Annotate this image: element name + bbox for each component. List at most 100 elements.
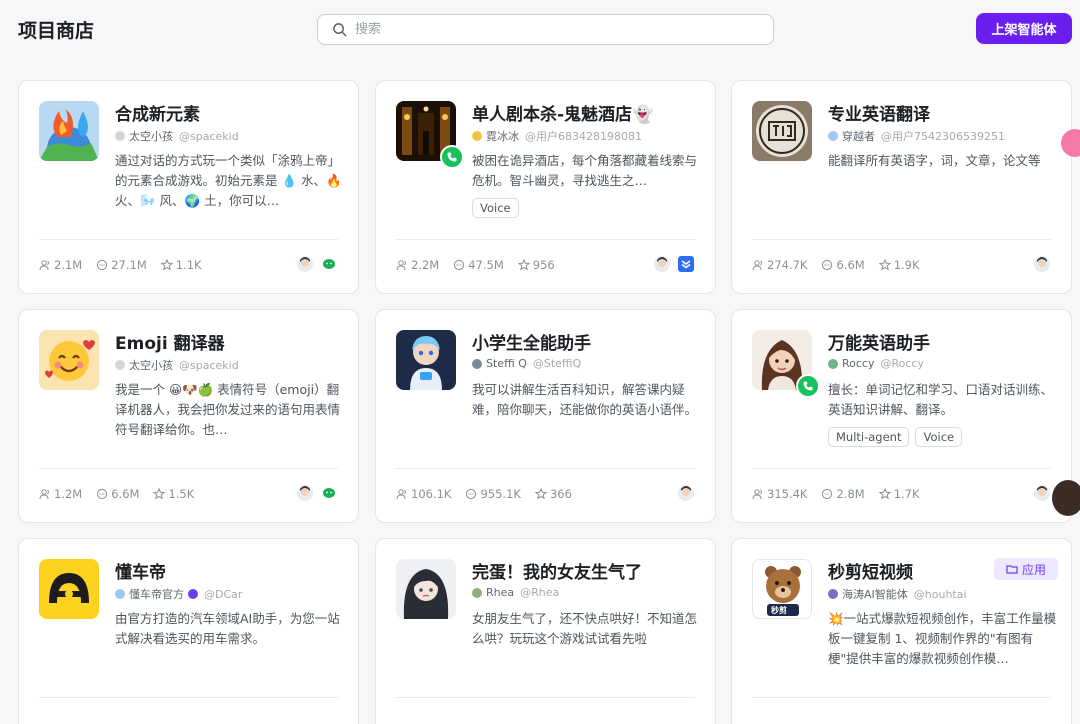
voice-call-badge-icon xyxy=(796,374,820,398)
voice-call-badge-icon xyxy=(440,145,464,169)
card-author[interactable]: Steffi Q @SteffiQ xyxy=(472,357,581,370)
wechat-icon xyxy=(320,255,338,273)
agent-card-haunted-hotel[interactable]: 单人剧本杀-鬼魅酒店👻 霓冰冰 @用户683428198081 被困在诡异酒店，… xyxy=(375,80,716,294)
star-icon xyxy=(878,488,891,500)
card-title: 小学生全能助手 xyxy=(472,334,591,354)
agent-card-english-translation[interactable]: 专业英语翻译 穿越者 @用户7542306539251 能翻译所有英语字，词，文… xyxy=(731,80,1072,294)
users-stat: 1.2M xyxy=(39,487,82,501)
users-icon xyxy=(39,489,49,500)
agent-card-english-assistant[interactable]: 万能英语助手 Roccy @Roccy 擅长：单词记忆和学习、口语对话训练、英语… xyxy=(731,309,1072,523)
card-stats: 1.2M 6.6M 1.5K xyxy=(39,487,194,501)
card-description: 能翻译所有英语字，词，文章，论文等 xyxy=(828,153,1041,168)
likes-stat: 1.7K xyxy=(878,487,920,501)
chats-stat: 6.6M xyxy=(821,258,865,272)
card-tags: Voice xyxy=(472,198,519,218)
folder-icon xyxy=(1006,565,1018,574)
agent-card-dongchedi[interactable]: 懂车帝 懂车帝官方 @DCar 由官方打造的汽车领域AI助手，为您一站式解决看选… xyxy=(18,538,359,724)
users-stat: 2.1M xyxy=(39,258,82,272)
emoji-face-icon xyxy=(39,330,99,390)
author-avatar xyxy=(115,589,125,599)
users-stat: 315.4K xyxy=(752,487,807,501)
likes-count: 366 xyxy=(549,487,572,501)
card-author[interactable]: Rhea @Rhea xyxy=(472,586,559,599)
card-title: 专业英语翻译 xyxy=(828,105,930,125)
page-title: 项目商店 xyxy=(18,20,95,42)
likes-count: 1.5K xyxy=(168,487,195,501)
card-author[interactable]: 太空小孩 @spacekid xyxy=(115,128,239,144)
likes-count: 1.9K xyxy=(893,258,920,272)
card-author[interactable]: 太空小孩 @spacekid xyxy=(115,357,239,373)
card-divider xyxy=(396,468,695,469)
agent-card-pupil-assistant[interactable]: 小学生全能助手 Steffi Q @SteffiQ 我可以讲解生活百科知识，解答… xyxy=(375,309,716,523)
author-avatar xyxy=(828,131,838,141)
card-platforms xyxy=(1033,255,1051,273)
card-divider xyxy=(752,468,1051,469)
card-title: 秒剪短视频 xyxy=(828,563,913,583)
card-author[interactable]: Roccy @Roccy xyxy=(828,357,924,370)
author-name: 霓冰冰 xyxy=(486,130,519,143)
agent-card-synthesize-elements[interactable]: 合成新元素 太空小孩 @spacekid 通过对话的方式玩一个类似「涂鸦上帝」的… xyxy=(18,80,359,294)
card-title: 懂车帝 xyxy=(115,563,166,583)
search-box[interactable] xyxy=(317,14,774,45)
tag-voice: Voice xyxy=(472,198,519,218)
translation-seal-icon xyxy=(752,101,812,161)
agent-card-miaojian-video[interactable]: 秒剪 秒剪短视频 应用 海涛AI智能体 @houhtai 💥一站式爆款短视频创作… xyxy=(731,538,1072,724)
star-icon xyxy=(153,488,166,500)
robot-boy-icon xyxy=(396,330,456,390)
author-handle: @spacekid xyxy=(179,129,239,143)
chats-count: 6.6M xyxy=(111,487,140,501)
card-title: 完蛋！我的女友生气了 xyxy=(472,563,642,583)
chats-stat: 27.1M xyxy=(96,258,147,272)
agent-card-angry-girlfriend[interactable]: 完蛋！我的女友生气了 Rhea @Rhea 女朋友生气了，还不快点哄好！不知道怎… xyxy=(375,538,716,724)
card-divider xyxy=(39,239,338,240)
users-count: 106.1K xyxy=(411,487,452,501)
tag-multi-agent: Multi-agent xyxy=(828,427,910,447)
author-avatar xyxy=(472,358,482,369)
users-stat: 106.1K xyxy=(396,487,451,501)
author-handle: @Rhea xyxy=(520,586,560,599)
publish-agent-button[interactable]: 上架智能体 xyxy=(976,13,1072,44)
users-count: 2.2M xyxy=(411,258,440,272)
anime-girl-icon xyxy=(396,559,456,619)
chat-icon xyxy=(97,488,108,500)
chat-icon xyxy=(454,259,465,271)
star-icon xyxy=(517,259,530,271)
card-description: 通过对话的方式玩一个类似「涂鸦上帝」的元素合成游戏。初始元素是 💧 水、🔥 火、… xyxy=(115,153,342,208)
author-name: Rhea xyxy=(486,586,515,599)
card-divider xyxy=(39,697,338,698)
chats-stat: 2.8M xyxy=(821,487,865,501)
card-divider xyxy=(39,468,338,469)
users-stat: 2.2M xyxy=(396,258,439,272)
chats-count: 47.5M xyxy=(468,258,504,272)
card-author[interactable]: 海涛AI智能体 @houhtai xyxy=(828,586,967,602)
chats-stat: 47.5M xyxy=(453,258,504,272)
card-divider xyxy=(396,239,695,240)
steering-wheel-logo-icon xyxy=(39,559,99,619)
card-platforms xyxy=(296,484,338,502)
card-author[interactable]: 穿越者 @用户7542306539251 xyxy=(828,128,1005,144)
doubao-avatar-icon xyxy=(653,255,671,273)
users-count: 2.1M xyxy=(54,258,83,272)
floating-avatar-icon[interactable] xyxy=(1052,480,1080,516)
author-name: 太空小孩 xyxy=(129,359,173,372)
card-title: 合成新元素 xyxy=(115,105,200,125)
card-stats: 274.7K 6.6M 1.9K xyxy=(752,258,920,272)
chats-stat: 6.6M xyxy=(96,487,139,501)
likes-stat: 956 xyxy=(517,258,555,272)
card-author[interactable]: 懂车帝官方 @DCar xyxy=(115,586,242,602)
card-platforms xyxy=(653,255,695,273)
author-avatar xyxy=(115,131,125,141)
card-description: 我可以讲解生活百科知识，解答课内疑难，陪你聊天，还能做你的英语小语伴。 xyxy=(472,382,698,417)
card-description: 💥一站式爆款短视频创作，丰富工作量模板一键复制 1、视频制作界的"有图有梗"提供… xyxy=(828,611,1057,666)
chats-count: 6.6M xyxy=(836,258,865,272)
agent-card-emoji-translator[interactable]: Emoji 翻译器 太空小孩 @spacekid 我是一个 😀🐶🍏 表情符号（e… xyxy=(18,309,359,523)
author-handle: @Roccy xyxy=(880,357,924,370)
likes-count: 1.7K xyxy=(893,487,920,501)
card-title: Emoji 翻译器 xyxy=(115,334,225,354)
search-input[interactable] xyxy=(355,22,755,37)
card-description: 擅长：单词记忆和学习、口语对话训练、英语知识讲解、翻译。 xyxy=(828,382,1054,417)
author-avatar xyxy=(828,358,838,369)
likes-stat: 366 xyxy=(534,487,572,501)
chats-count: 27.1M xyxy=(111,258,147,272)
card-author[interactable]: 霓冰冰 @用户683428198081 xyxy=(472,128,642,144)
